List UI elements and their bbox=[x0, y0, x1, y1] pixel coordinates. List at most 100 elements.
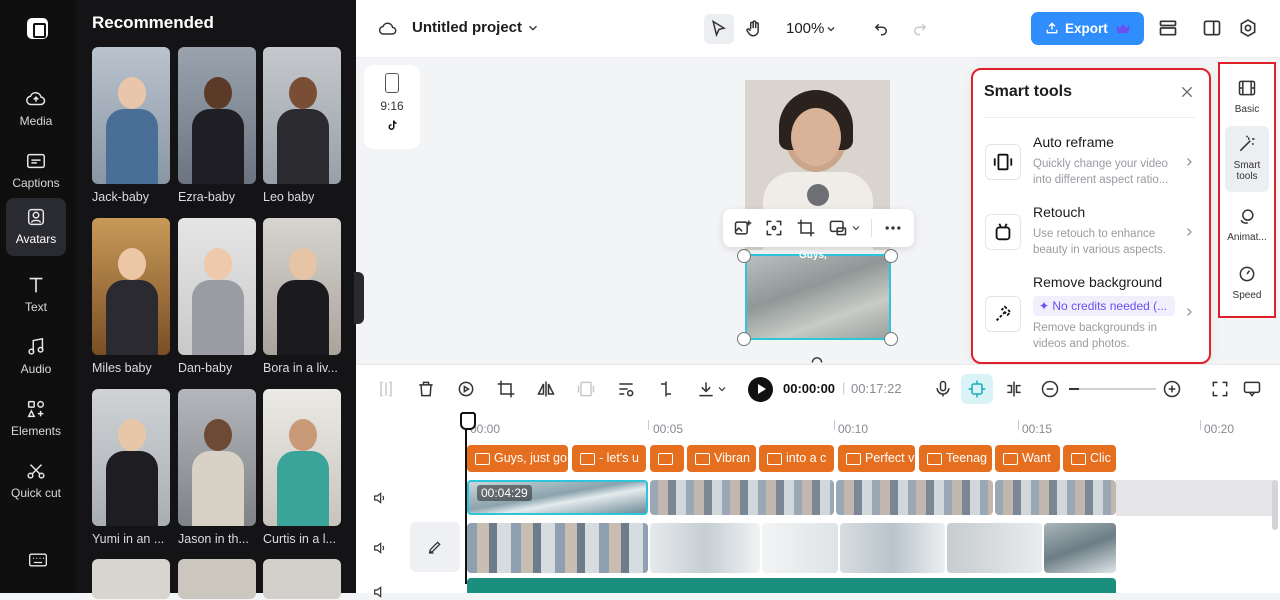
resize-handle[interactable] bbox=[884, 249, 898, 263]
replace-media-icon[interactable] bbox=[828, 218, 848, 238]
avatar-card[interactable]: Yumi in an ... bbox=[92, 389, 170, 546]
audio-clip[interactable] bbox=[467, 578, 1116, 593]
avatar-card[interactable]: Ezra-baby bbox=[178, 47, 256, 204]
avatar-card[interactable]: Bora in a liv... bbox=[263, 218, 341, 375]
right-tab-basic[interactable]: Basic bbox=[1225, 78, 1269, 115]
track-edit-button[interactable] bbox=[410, 522, 460, 572]
selected-media-overlay[interactable]: Guys, bbox=[745, 250, 891, 340]
download-icon[interactable] bbox=[696, 379, 716, 399]
chevron-down-icon[interactable] bbox=[850, 218, 862, 238]
project-title[interactable]: Untitled project bbox=[412, 19, 522, 36]
rail-item-text[interactable]: Text bbox=[6, 266, 66, 324]
avatar-card[interactable]: Jason in th... bbox=[178, 389, 256, 546]
speaker-icon[interactable] bbox=[372, 490, 388, 506]
avatar-card[interactable] bbox=[178, 559, 256, 599]
main-clip[interactable] bbox=[762, 523, 838, 573]
main-clip[interactable] bbox=[1044, 523, 1116, 573]
overlay-clip-selected[interactable]: 00:04:29 bbox=[467, 480, 648, 515]
split-bracket-icon[interactable] bbox=[376, 379, 396, 399]
zoom-out-icon[interactable] bbox=[1040, 379, 1060, 399]
app-logo[interactable] bbox=[27, 18, 48, 39]
avatar-card[interactable]: Curtis in a l... bbox=[263, 389, 341, 546]
remove-background-tool[interactable]: Remove background ✦ No credits needed (.… bbox=[983, 274, 1197, 354]
rail-item-media[interactable]: Media bbox=[6, 80, 66, 138]
overlay-clip[interactable] bbox=[995, 480, 1116, 515]
avatar-card[interactable]: Dan-baby bbox=[178, 218, 256, 375]
crop-icon[interactable] bbox=[496, 379, 516, 399]
speaker-icon[interactable] bbox=[372, 540, 388, 556]
speaker-icon[interactable] bbox=[372, 584, 388, 600]
panel-collapse-handle[interactable] bbox=[354, 272, 364, 324]
right-tab-smart-tools[interactable]: Smart tools bbox=[1225, 126, 1269, 192]
timeline-scrollbar[interactable] bbox=[1272, 480, 1278, 530]
caption-clip[interactable]: Perfect v bbox=[838, 445, 915, 472]
play-button[interactable] bbox=[748, 377, 773, 402]
caption-clip[interactable]: Guys, just go bbox=[467, 445, 568, 472]
zoom-in-icon[interactable] bbox=[1162, 379, 1182, 399]
crop-icon[interactable] bbox=[796, 218, 816, 238]
avatar-card[interactable]: Miles baby bbox=[92, 218, 170, 375]
zoom-slider[interactable] bbox=[1069, 388, 1156, 390]
rotate-icon[interactable] bbox=[810, 354, 824, 364]
rail-item-captions[interactable]: Captions bbox=[6, 142, 66, 200]
fit-screen-icon[interactable] bbox=[1210, 379, 1230, 399]
main-clip[interactable] bbox=[467, 523, 648, 573]
rail-item-avatars[interactable]: Avatars bbox=[6, 198, 66, 256]
auto-cut-icon[interactable] bbox=[616, 379, 636, 399]
right-tab-speed[interactable]: Speed bbox=[1225, 264, 1269, 301]
rail-item-elements[interactable]: Elements bbox=[6, 390, 66, 448]
caption-clip[interactable]: Want bbox=[995, 445, 1060, 472]
overlay-clip[interactable] bbox=[650, 480, 834, 515]
export-button[interactable]: Export bbox=[1031, 12, 1144, 45]
avatar-card[interactable] bbox=[92, 559, 170, 599]
hand-tool-button[interactable] bbox=[739, 14, 769, 44]
panel-layout-icon[interactable] bbox=[1202, 18, 1222, 38]
main-clip[interactable] bbox=[840, 523, 945, 573]
main-clip[interactable] bbox=[947, 523, 1042, 573]
caption-clip[interactable]: Teenag bbox=[919, 445, 992, 472]
main-clip[interactable] bbox=[650, 523, 760, 573]
split-scene-icon[interactable] bbox=[656, 379, 676, 399]
caption-clip[interactable]: Vibran bbox=[687, 445, 756, 472]
overlay-clip[interactable] bbox=[836, 480, 993, 515]
playhead[interactable] bbox=[460, 412, 476, 584]
keyboard-icon[interactable] bbox=[28, 551, 48, 569]
avatar-card[interactable]: Leo baby bbox=[263, 47, 341, 204]
aspect-ratio-card[interactable]: 9:16 bbox=[364, 65, 420, 149]
resize-handle[interactable] bbox=[737, 249, 751, 263]
image-add-icon[interactable] bbox=[733, 218, 753, 238]
caption-clip[interactable]: Clic bbox=[1063, 445, 1116, 472]
retouch-tool[interactable]: Retouch Use retouch to enhance beauty in… bbox=[983, 204, 1197, 264]
cloud-sync-icon[interactable] bbox=[378, 19, 398, 39]
caption-clip[interactable] bbox=[650, 445, 684, 472]
zoom-level[interactable]: 100% bbox=[786, 20, 824, 37]
microphone-icon[interactable] bbox=[933, 379, 953, 399]
focus-frame-icon[interactable] bbox=[764, 218, 784, 238]
chevron-down-icon[interactable] bbox=[526, 21, 540, 35]
feedback-icon[interactable] bbox=[1242, 379, 1262, 399]
caption-clip[interactable]: into a c bbox=[759, 445, 834, 472]
redo-icon[interactable] bbox=[911, 19, 929, 37]
caption-clip[interactable]: - let's u bbox=[572, 445, 646, 472]
avatar-card[interactable] bbox=[263, 559, 341, 599]
more-options-icon[interactable] bbox=[883, 218, 903, 238]
resize-handle[interactable] bbox=[737, 332, 751, 346]
right-tab-animation[interactable]: Animat... bbox=[1225, 206, 1269, 243]
avatar-card[interactable]: Jack-baby bbox=[92, 47, 170, 204]
close-icon[interactable] bbox=[1179, 84, 1195, 100]
settings-gear-icon[interactable] bbox=[1238, 18, 1258, 38]
delete-icon[interactable] bbox=[416, 379, 436, 399]
split-view-icon[interactable] bbox=[1004, 379, 1024, 399]
freeze-frame-icon[interactable] bbox=[576, 379, 596, 399]
rail-item-audio[interactable]: Audio bbox=[6, 328, 66, 386]
chevron-down-icon[interactable] bbox=[716, 379, 728, 399]
layers-icon[interactable] bbox=[1158, 18, 1178, 38]
auto-reframe-tool[interactable]: Auto reframe Quickly change your video i… bbox=[983, 134, 1197, 194]
resize-handle[interactable] bbox=[884, 332, 898, 346]
chevron-down-icon[interactable] bbox=[825, 23, 837, 35]
snap-toggle[interactable] bbox=[961, 374, 993, 404]
rail-item-quick-cut[interactable]: Quick cut bbox=[6, 452, 66, 516]
flip-icon[interactable] bbox=[536, 379, 556, 399]
undo-icon[interactable] bbox=[872, 19, 890, 37]
select-tool-button[interactable] bbox=[704, 14, 734, 44]
